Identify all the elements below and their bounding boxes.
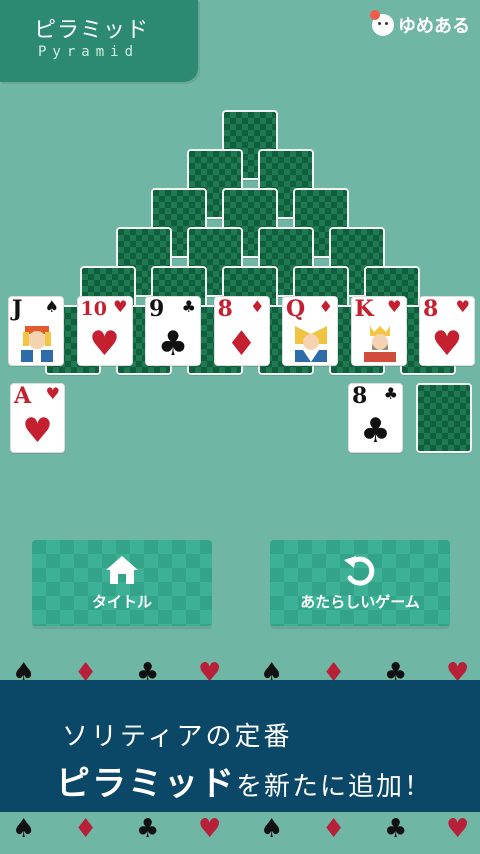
card-rank: 8	[352, 383, 368, 409]
card-rank: K	[354, 296, 374, 322]
king-portrait-icon	[358, 324, 400, 362]
card-suit-small: ♦	[250, 297, 265, 316]
brand-logo: ゆめある	[370, 10, 470, 38]
mascot-face-icon	[370, 10, 394, 36]
card-rank: 8	[423, 296, 439, 322]
face-up-card[interactable]: J ♠	[8, 296, 64, 366]
card-suit-small: ♦	[318, 297, 333, 316]
card-suit-small: ♥	[387, 297, 402, 316]
card-suit-small: ♥	[455, 297, 470, 316]
card-rank: 10	[80, 298, 107, 320]
suit-decoration-icon: ♠	[260, 814, 284, 844]
banner-highlight: ピラミッド	[56, 764, 236, 804]
card-rank: A	[14, 383, 32, 409]
banner-rest: を新たに追加！	[236, 772, 433, 802]
face-up-card[interactable]: 10 ♥ ♥	[76, 296, 133, 366]
banner-headline: ソリティアの定番	[62, 722, 293, 752]
card-rank: 9	[149, 296, 165, 322]
card-rank: Q	[286, 296, 306, 322]
game-title-english: Pyramid	[38, 44, 140, 60]
face-up-card[interactable]: Q ♦	[282, 296, 338, 366]
stock-pile[interactable]	[416, 383, 472, 453]
card-rank: J	[12, 296, 23, 322]
suit-decoration-icon: ♦	[322, 814, 346, 844]
suit-decoration-icon: ♣	[136, 814, 160, 844]
face-up-card[interactable]: K ♥	[350, 296, 407, 366]
card-suit-small: ♣	[383, 384, 398, 403]
card-suit-large: ♦	[226, 324, 257, 364]
card-rank: 8	[217, 296, 233, 322]
face-up-card[interactable]: 9 ♣ ♣	[145, 296, 201, 366]
restart-icon	[342, 554, 378, 592]
waste-card-right[interactable]: 8 ♣ ♣	[348, 383, 403, 453]
waste-card-left[interactable]: A ♥ ♥	[10, 383, 65, 453]
suit-decoration-icon: ♥	[446, 814, 470, 844]
card-suit-small: ♥	[45, 384, 60, 403]
banner-subline: ピラミッドを新たに追加！	[56, 756, 432, 805]
new-game-button-label: あたらしいゲーム	[300, 593, 420, 611]
card-suit-small: ♥	[113, 297, 128, 316]
card-suit-small: ♣	[181, 297, 196, 316]
suit-decoration-icon: ♠	[12, 814, 36, 844]
jack-portrait-icon	[15, 324, 57, 362]
title-button-label: タイトル	[91, 593, 152, 611]
home-icon	[104, 554, 140, 590]
suit-decoration-icon: ♣	[384, 814, 408, 844]
card-suit-large: ♥	[22, 411, 53, 451]
brand-name: ゆめある	[398, 16, 470, 37]
suit-decoration-icon: ♦	[74, 814, 98, 844]
queen-portrait-icon	[289, 324, 331, 362]
card-suit-large: ♥	[89, 324, 120, 364]
new-game-button[interactable]: あたらしいゲーム	[270, 540, 450, 626]
game-title-japanese: ピラミッド	[34, 18, 150, 43]
face-up-card[interactable]: 8 ♥ ♥	[419, 296, 475, 366]
suit-decoration-bottom: ♠ ♦ ♣ ♥ ♠ ♦ ♣ ♥	[0, 814, 480, 844]
face-up-card[interactable]: 8 ♦ ♦	[213, 296, 270, 366]
title-tab: ピラミッド Pyramid	[0, 0, 198, 82]
card-suit-small: ♠	[44, 297, 59, 316]
card-suit-large: ♣	[157, 324, 189, 364]
card-suit-large: ♣	[360, 411, 391, 451]
suit-decoration-icon: ♥	[198, 814, 222, 844]
card-suit-large: ♥	[431, 324, 463, 364]
title-button[interactable]: タイトル	[32, 540, 212, 626]
